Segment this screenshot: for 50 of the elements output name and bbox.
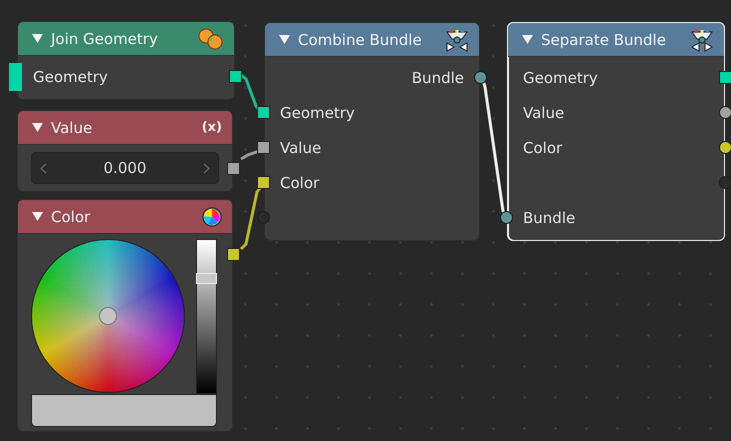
brightness-slider[interactable] [196, 239, 217, 394]
node-title: Join Geometry [51, 30, 159, 48]
node-title: Separate Bundle [541, 30, 667, 48]
caret-icon [32, 34, 43, 43]
caret-icon [32, 123, 43, 132]
wire [240, 187, 262, 250]
socket[interactable] [719, 71, 731, 84]
node-title: Combine Bundle [298, 30, 423, 48]
node-header[interactable]: Color [18, 200, 232, 234]
caret-icon [279, 35, 290, 44]
socket[interactable] [719, 141, 731, 154]
caret-icon [32, 212, 43, 221]
wire [240, 150, 260, 160]
node-card[interactable]: Combine Bundle Bundle Geometry Value Color [256, 14, 488, 249]
socket[interactable] [257, 106, 270, 119]
number-field[interactable]: 0.000 [31, 152, 219, 184]
socket-label: Geometry [280, 104, 355, 122]
socket[interactable] [257, 141, 270, 154]
socket[interactable] [474, 71, 487, 84]
socket-label: Bundle [523, 208, 576, 226]
wheel-handle[interactable] [99, 307, 117, 325]
socket[interactable] [227, 248, 240, 260]
bundle-icon [690, 28, 714, 52]
chevron-left-icon [40, 162, 47, 174]
variable-label: (x) [202, 120, 222, 135]
node-header[interactable]: Value (x) [18, 111, 232, 145]
bundle-icon [445, 28, 469, 52]
color-swatch[interactable] [31, 394, 217, 427]
socket-label: Geometry [523, 68, 598, 86]
chevron-right-icon [202, 162, 210, 174]
socket[interactable] [257, 176, 270, 189]
socket-label: Geometry [33, 68, 108, 86]
socket-label: Bundle [412, 68, 464, 86]
node-header[interactable]: Join Geometry [18, 22, 234, 56]
node-title: Color [51, 208, 92, 226]
node-header[interactable]: Separate Bundle [508, 23, 724, 57]
caret-icon [522, 35, 533, 44]
slider-thumb[interactable] [196, 273, 217, 284]
socket-label: Color [280, 174, 320, 192]
node-header[interactable]: Combine Bundle [265, 23, 479, 57]
circles-icon [198, 28, 224, 50]
socket[interactable] [227, 162, 240, 175]
socket-label: Color [523, 138, 562, 156]
socket-label: Value [523, 104, 564, 122]
node-title: Value [51, 118, 94, 136]
color-wheel-icon [202, 206, 222, 226]
socket[interactable] [229, 70, 242, 83]
socket-label: Value [280, 138, 322, 156]
socket[interactable] [719, 106, 731, 119]
socket[interactable] [500, 211, 513, 224]
